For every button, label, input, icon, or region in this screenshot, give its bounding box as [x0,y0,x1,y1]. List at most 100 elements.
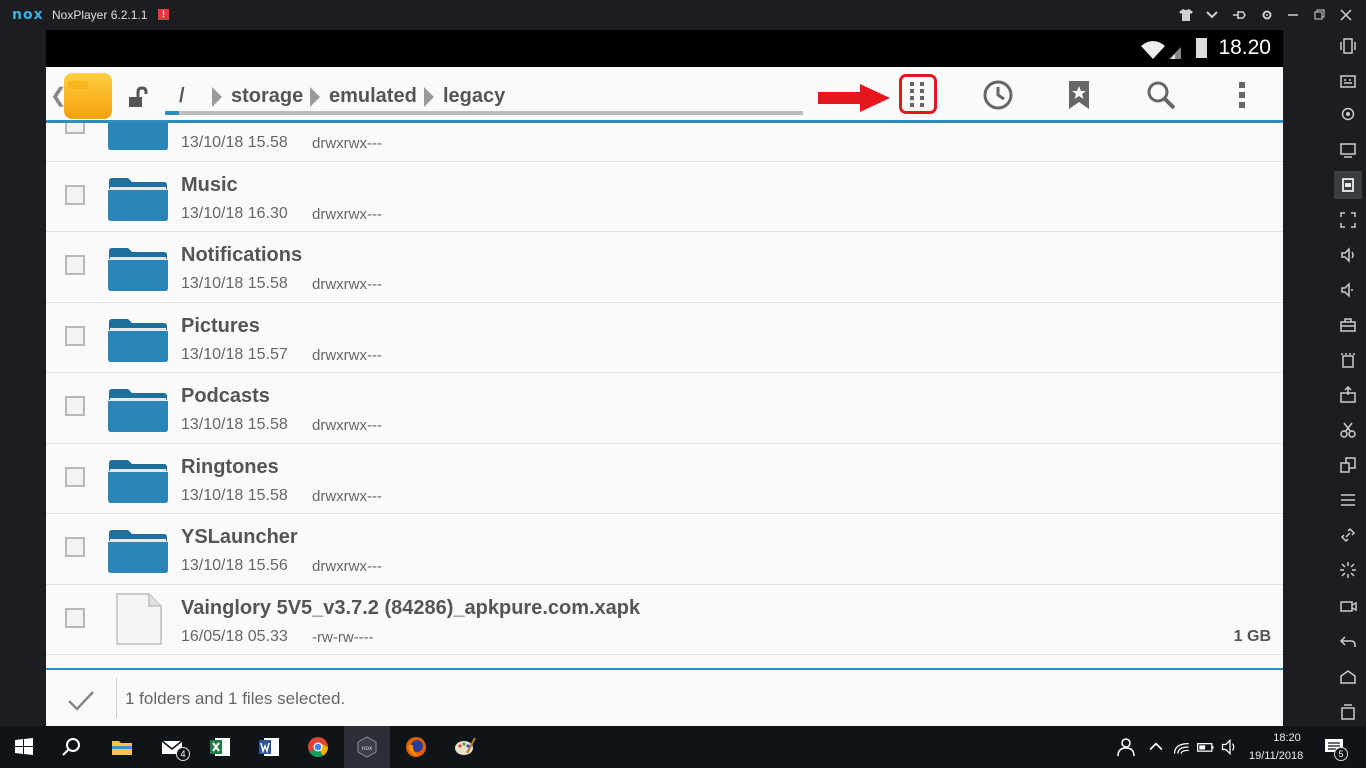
nox-icon: nox [353,733,381,761]
row-checkbox[interactable] [65,466,85,487]
close-icon[interactable] [1337,6,1355,24]
check-icon[interactable] [66,688,96,714]
breadcrumb-scrollbar [165,111,803,115]
file-name: Music [181,173,238,196]
row-checkbox[interactable] [65,607,85,628]
file-list-row[interactable]: Vainglory 5V5_v3.7.2 (84286)_apkpure.com… [46,584,1283,655]
home-icon[interactable] [1337,666,1359,688]
breadcrumb-emulated[interactable]: emulated [329,85,417,108]
file-list-row[interactable]: Podcasts 13/10/18 15.58 drwxrwx--- [46,373,1283,444]
breadcrumb-legacy[interactable]: legacy [443,85,505,108]
link-icon[interactable] [1337,524,1359,546]
file-list-row[interactable]: YSLauncher 13/10/18 15.56 drwxrwx--- [46,514,1283,585]
row-checkbox[interactable] [65,537,85,557]
file-date: 13/10/18 16.30 [181,204,288,222]
emulator-titlebar: nox NoxPlayer 6.2.1.1 ! [0,0,1366,30]
location-icon[interactable] [1337,104,1359,126]
file-explorer-icon[interactable] [108,733,136,761]
selection-status: 1 folders and 1 files selected. [125,689,346,708]
app-folder-icon[interactable] [64,73,112,119]
unlock-icon[interactable] [126,85,152,111]
apk-install-icon[interactable] [1337,384,1359,406]
fullscreen-icon[interactable] [1337,209,1359,231]
file-name: Ringtones [181,455,279,478]
nox-taskbar-active[interactable]: nox [344,726,390,768]
toolbox-icon[interactable] [1337,314,1359,336]
windows-start-icon[interactable] [10,733,38,761]
volume-up-icon[interactable] [1337,244,1359,266]
scissors-icon[interactable] [1337,419,1359,441]
volume-down-icon[interactable] [1337,279,1359,301]
chrome-icon[interactable] [304,733,332,761]
grid-view-button[interactable] [899,74,937,114]
overflow-menu-icon [1239,82,1245,108]
file-name: Movies [181,123,249,126]
minimize-icon[interactable] [1284,6,1302,24]
volume-icon[interactable] [1220,733,1240,761]
mail-icon[interactable]: 4 [158,733,190,761]
row-checkbox[interactable] [65,184,85,205]
breadcrumb-separator [424,87,434,107]
search-icon[interactable] [58,733,86,761]
video-record-icon[interactable] [1337,594,1359,616]
back-icon[interactable] [1337,631,1359,653]
update-alert-badge[interactable]: ! [158,9,169,20]
file-list-row[interactable]: Music 13/10/18 16.30 drwxrwx--- [46,161,1283,232]
file-date: 16/05/18 05.33 [181,627,288,645]
shirt-icon[interactable] [1177,6,1195,24]
row-checkbox[interactable] [65,255,85,275]
bookmark-button[interactable] [1061,77,1097,113]
menu-icon[interactable] [1337,489,1359,511]
file-date: 13/10/18 15.58 [181,134,288,151]
breadcrumb-storage[interactable]: storage [231,85,303,108]
row-checkbox[interactable] [65,325,85,346]
taskbar-date[interactable]: 19/11/2018 [1249,750,1303,762]
word-icon[interactable] [255,733,283,761]
phone-vibrate-icon[interactable] [1337,35,1359,57]
robot-icon[interactable] [1334,171,1362,199]
file-permissions: drwxrwx--- [312,205,382,223]
excel-icon[interactable] [206,733,234,761]
file-list: Movies 13/10/18 15.58 drwxrwx--- Music 13/10… [46,123,1283,668]
chevron-down-icon[interactable] [1203,6,1221,24]
history-icon [983,80,1013,110]
restore-icon[interactable] [1311,6,1329,24]
folder-icon [108,248,168,291]
recent-apps-icon[interactable] [1337,701,1359,723]
multi-instance-icon[interactable] [1337,349,1359,371]
window-title: NoxPlayer 6.2.1.1 [52,8,148,22]
chevron-up-icon[interactable] [1146,733,1166,761]
people-icon[interactable] [1112,733,1140,761]
breadcrumb-root[interactable]: / [179,85,185,108]
paint-icon[interactable] [451,733,479,761]
settings-icon[interactable] [1258,6,1276,24]
notification-icon[interactable]: 5 [1320,733,1348,761]
taskbar-time[interactable]: 18:20 [1262,732,1312,744]
windows-taskbar: 4 nox 18:20 19/11/2018 5 [0,726,1366,768]
file-date: 13/10/18 15.58 [181,275,288,292]
search-button[interactable] [1143,77,1179,113]
pin-icon[interactable] [1230,6,1248,24]
row-checkbox[interactable] [65,396,85,416]
wifi-icon[interactable] [1172,733,1192,761]
divider [116,678,117,718]
file-permissions: -rw-rw---- [312,628,374,646]
folder-icon [108,123,168,150]
file-list-row[interactable]: Movies 13/10/18 15.58 drwxrwx--- [46,123,1283,162]
keyboard-icon[interactable] [1337,70,1359,92]
overflow-menu-button[interactable] [1224,77,1260,113]
battery-icon[interactable] [1196,733,1216,761]
screen-icon[interactable] [1337,139,1359,161]
file-list-row[interactable]: Ringtones 13/10/18 15.58 drwxrwx--- [46,443,1283,514]
folder-icon [108,389,168,432]
file-list-row[interactable]: Notifications 13/10/18 15.58 drwxrwx--- [46,232,1283,303]
firefox-icon[interactable] [402,733,430,761]
row-checkbox[interactable] [65,123,85,134]
status-clock: 18.20 [1218,36,1271,59]
svg-text:nox: nox [362,745,373,752]
history-button[interactable] [980,77,1016,113]
folder-icon [108,530,168,573]
multi-window-icon[interactable] [1337,454,1359,476]
file-list-row[interactable]: Pictures 13/10/18 15.57 drwxrwx--- [46,302,1283,373]
loading-icon[interactable] [1337,559,1359,581]
